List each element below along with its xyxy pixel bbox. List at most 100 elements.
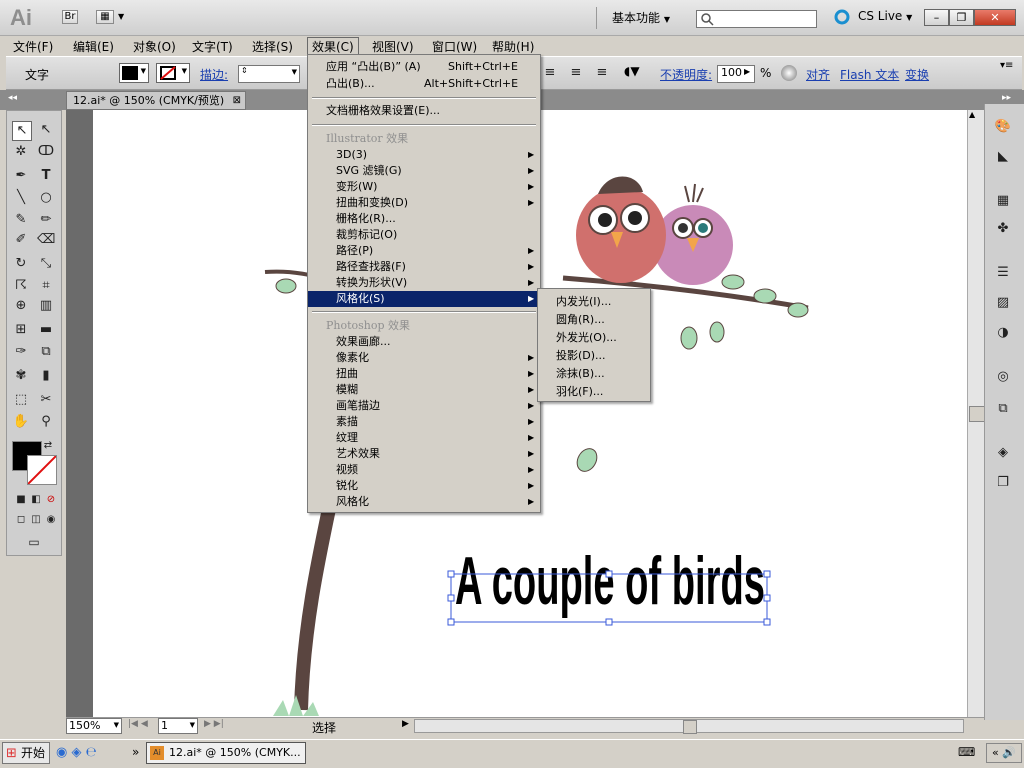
cs-live-menu[interactable]: CS Live ▼ bbox=[858, 9, 912, 23]
menu-help[interactable]: 帮助(H) bbox=[492, 38, 534, 55]
chevron-down-icon[interactable]: ▼ bbox=[118, 12, 124, 21]
status-menu-icon[interactable]: ▶ bbox=[402, 719, 409, 729]
menu-item-artistic[interactable]: 艺术效果 ▶ bbox=[308, 446, 540, 462]
align-left-icon[interactable]: ≡ bbox=[541, 64, 559, 82]
stroke-weight-field[interactable]: ⇕ ▼ bbox=[238, 65, 300, 83]
gradient-tool-icon[interactable]: ▬ bbox=[37, 321, 55, 339]
menu-item-rasterize[interactable]: 栅格化(R)... bbox=[308, 211, 540, 227]
menu-object[interactable]: 对象(O) bbox=[133, 38, 176, 55]
recolor-icon[interactable] bbox=[781, 65, 797, 81]
symbol-sprayer-tool-icon[interactable]: ✾ bbox=[12, 367, 30, 385]
page-field[interactable]: 1 ▼ bbox=[158, 718, 198, 734]
blob-brush-tool-icon[interactable]: ✐ bbox=[12, 231, 30, 249]
menu-item-blur[interactable]: 模糊 ▶ bbox=[308, 382, 540, 398]
scroll-thumb[interactable] bbox=[969, 406, 985, 422]
brushes-panel-icon[interactable]: ✤ bbox=[994, 220, 1012, 238]
gradient-panel-icon[interactable]: ▨ bbox=[994, 294, 1012, 312]
menu-item-distort[interactable]: 扭曲 ▶ bbox=[308, 366, 540, 382]
menu-file[interactable]: 文件(F) bbox=[13, 38, 53, 55]
document-tab[interactable]: 12.ai* @ 150% (CMYK/预览) ⊠ bbox=[66, 91, 246, 110]
collapse-icon[interactable]: ◂◂ bbox=[8, 93, 17, 103]
menu-item-crop-marks[interactable]: 裁剪标记(O) bbox=[308, 227, 540, 243]
opacity-link[interactable]: 不透明度: bbox=[660, 66, 712, 83]
chevron-right-icon[interactable]: ▶ bbox=[744, 67, 750, 76]
artwork-text[interactable]: A couple of birds bbox=[455, 543, 765, 619]
magic-wand-tool-icon[interactable]: ✲ bbox=[12, 143, 30, 161]
paintbrush-tool-icon[interactable]: ✎ bbox=[12, 211, 30, 229]
menu-item-sharpen[interactable]: 锐化 ▶ bbox=[308, 478, 540, 494]
restore-button[interactable]: ❐ bbox=[949, 9, 974, 26]
graph-tool-icon[interactable]: ▮ bbox=[37, 367, 55, 385]
lasso-tool-icon[interactable]: ↀ bbox=[37, 143, 55, 161]
menu-item-distort-transform[interactable]: 扭曲和变换(D) ▶ bbox=[308, 195, 540, 211]
help-search-input[interactable] bbox=[696, 10, 817, 28]
arrange-documents-button[interactable]: ▦ bbox=[96, 10, 114, 24]
menu-item-3d[interactable]: 3D(3) ▶ bbox=[308, 147, 540, 163]
start-button[interactable]: ⊞ 开始 bbox=[2, 742, 50, 764]
transparency-panel-icon[interactable]: ◑ bbox=[994, 324, 1012, 342]
last-page-icon[interactable]: ▶ ▶| bbox=[204, 719, 224, 729]
draw-inside-icon[interactable]: ◉ bbox=[42, 511, 60, 529]
menu-item-warp[interactable]: 变形(W) ▶ bbox=[308, 179, 540, 195]
menu-item-texture[interactable]: 纹理 ▶ bbox=[308, 430, 540, 446]
pen-tool-icon[interactable]: ✒ bbox=[12, 167, 30, 185]
shape-builder-tool-icon[interactable]: ⊕ bbox=[12, 297, 30, 315]
stroke-panel-icon[interactable]: ☰ bbox=[994, 264, 1012, 282]
menu-item-inner-glow[interactable]: 内发光(I)... bbox=[556, 293, 611, 309]
fill-color-swatch[interactable]: ▼ bbox=[119, 63, 149, 83]
menu-select[interactable]: 选择(S) bbox=[252, 38, 293, 55]
rotate-tool-icon[interactable]: ↻ bbox=[12, 255, 30, 273]
menu-edit[interactable]: 编辑(E) bbox=[73, 38, 114, 55]
selection-tool-icon[interactable]: ↖ bbox=[12, 121, 32, 141]
flash-text-link[interactable]: Flash 文本 bbox=[840, 66, 899, 83]
panel-menu-icon[interactable]: ▾≡ bbox=[1000, 60, 1013, 71]
menu-item-pathfinder[interactable]: 路径查找器(F) ▶ bbox=[308, 259, 540, 275]
stroke-link[interactable]: 描边: bbox=[200, 66, 228, 83]
swatches-panel-icon[interactable]: ▦ bbox=[994, 192, 1012, 210]
horizontal-scrollbar[interactable] bbox=[414, 719, 964, 734]
menu-item-scribble[interactable]: 涂抹(B)... bbox=[556, 365, 605, 381]
zoom-field[interactable]: 150% ▼ bbox=[66, 718, 122, 734]
color-panel-icon[interactable]: 🎨 bbox=[994, 118, 1012, 136]
close-tab-icon[interactable]: ⊠ bbox=[233, 92, 241, 109]
tray-expand-icon[interactable]: « 🔊 bbox=[986, 743, 1022, 763]
menu-item-last-effect[interactable]: 凸出(B)... Alt+Shift+Ctrl+E bbox=[308, 76, 540, 92]
menu-effect[interactable]: 效果(C) bbox=[307, 37, 359, 55]
close-button[interactable]: ✕ bbox=[974, 9, 1016, 26]
menu-item-convert-to-shape[interactable]: 转换为形状(V) ▶ bbox=[308, 275, 540, 291]
menu-item-outer-glow[interactable]: 外发光(O)... bbox=[556, 329, 617, 345]
menu-item-path[interactable]: 路径(P) ▶ bbox=[308, 243, 540, 259]
taskbar-window-item[interactable]: Ai 12.ai* @ 150% (CMYK... bbox=[146, 742, 306, 764]
free-transform-tool-icon[interactable]: ⌗ bbox=[37, 277, 55, 295]
zoom-tool-icon[interactable]: ⚲ bbox=[37, 413, 55, 431]
line-tool-icon[interactable]: ╲ bbox=[12, 189, 30, 207]
bridge-button[interactable]: Br bbox=[62, 10, 78, 24]
pencil-tool-icon[interactable]: ✏ bbox=[37, 211, 55, 229]
scroll-thumb[interactable] bbox=[683, 720, 697, 734]
menu-item-effect-gallery[interactable]: 效果画廊... bbox=[308, 334, 540, 350]
quick-launch-icons[interactable]: ◉ ◈ ℮ bbox=[56, 745, 97, 760]
menu-item-sketch[interactable]: 素描 ▶ bbox=[308, 414, 540, 430]
color-guide-icon[interactable]: ◣ bbox=[994, 148, 1012, 166]
scroll-up-icon[interactable]: ▲ bbox=[969, 110, 975, 119]
screen-mode-icon[interactable]: ▭ bbox=[25, 533, 43, 551]
mesh-tool-icon[interactable]: ⊞ bbox=[12, 321, 30, 339]
menu-item-pixelate[interactable]: 像素化 ▶ bbox=[308, 350, 540, 366]
taskbar-chevron-icon[interactable]: » bbox=[132, 745, 139, 759]
vertical-scrollbar[interactable]: ▲ bbox=[967, 110, 985, 718]
menu-item-svg-filters[interactable]: SVG 滤镜(G) ▶ bbox=[308, 163, 540, 179]
workspace-switcher[interactable]: 基本功能 ▼ bbox=[612, 9, 670, 26]
menu-item-drop-shadow[interactable]: 投影(D)... bbox=[556, 347, 606, 363]
menu-item-brush-strokes[interactable]: 画笔描边 ▶ bbox=[308, 398, 540, 414]
menu-item-round-corners[interactable]: 圆角(R)... bbox=[556, 311, 605, 327]
first-page-icon[interactable]: |◀ ◀ bbox=[128, 719, 148, 729]
swap-colors-icon[interactable]: ⇄ bbox=[39, 437, 57, 455]
transform-link[interactable]: 变换 bbox=[905, 66, 929, 83]
artboards-panel-icon[interactable]: ❐ bbox=[994, 474, 1012, 492]
slice-tool-icon[interactable]: ✂ bbox=[37, 391, 55, 409]
keyboard-icon[interactable]: ⌨ bbox=[958, 745, 975, 759]
ellipse-tool-icon[interactable]: ○ bbox=[37, 189, 55, 207]
menu-item-stylize-photoshop[interactable]: 风格化 ▶ bbox=[308, 494, 540, 510]
menu-window[interactable]: 窗口(W) bbox=[432, 38, 477, 55]
align-link[interactable]: 对齐 bbox=[806, 66, 830, 83]
